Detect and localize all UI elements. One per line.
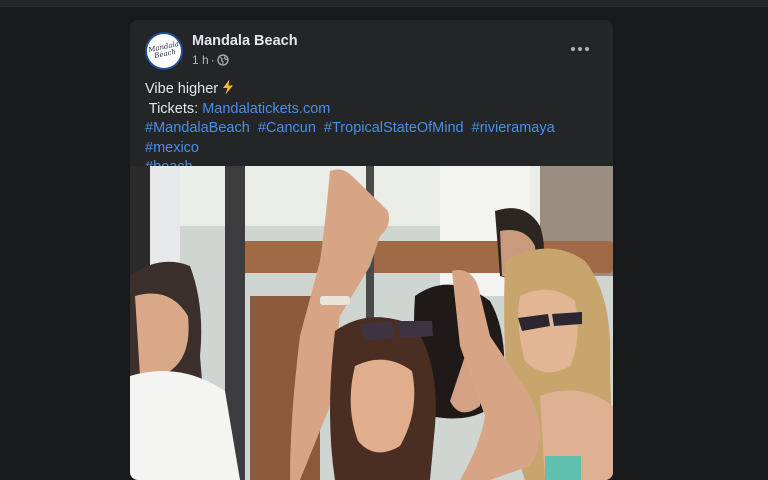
photo-drink-cup bbox=[545, 456, 581, 480]
photo-woman-right-face bbox=[518, 290, 577, 373]
post-meta: 1 h · bbox=[192, 53, 229, 67]
photo-wristband bbox=[320, 296, 350, 305]
post-text-line-1: Vibe higher bbox=[145, 79, 605, 100]
post-header: Mandala Beach Mandala Beach 1 h · bbox=[130, 20, 613, 84]
hashtag-link[interactable]: #TropicalStateOfMind bbox=[324, 120, 464, 136]
hashtag-link[interactable]: #mexico bbox=[145, 140, 199, 156]
top-bar bbox=[0, 0, 768, 7]
more-options-button[interactable] bbox=[562, 35, 598, 63]
lightning-bolt-icon bbox=[221, 79, 235, 95]
avatar-logo-text: Mandala Beach bbox=[147, 41, 180, 61]
post-time[interactable]: 1 h bbox=[192, 53, 209, 67]
tickets-label: Tickets: bbox=[145, 101, 202, 117]
more-horizontal-icon bbox=[571, 47, 575, 51]
hashtag-link[interactable]: #Cancun bbox=[258, 120, 316, 136]
tickets-link[interactable]: Mandalatickets.com bbox=[202, 101, 330, 117]
caption-text: Vibe higher bbox=[145, 81, 218, 97]
hashtag-link[interactable]: #MandalaBeach bbox=[145, 120, 250, 136]
post-text: Vibe higher Tickets: Mandalatickets.com … bbox=[145, 79, 605, 178]
post-text-line-2: Tickets: Mandalatickets.com bbox=[145, 100, 605, 120]
more-dot bbox=[578, 47, 582, 51]
post-card: Mandala Beach Mandala Beach 1 h · Vibe h… bbox=[130, 20, 613, 480]
more-dot bbox=[585, 47, 589, 51]
meta-separator: · bbox=[211, 53, 215, 67]
page-avatar[interactable]: Mandala Beach bbox=[145, 32, 183, 70]
post-photo[interactable] bbox=[130, 166, 613, 480]
globe-icon bbox=[217, 54, 229, 66]
photo-curtain-left bbox=[150, 166, 180, 276]
page-name[interactable]: Mandala Beach bbox=[192, 33, 298, 49]
hashtag-link[interactable]: #rivieramaya bbox=[472, 120, 555, 136]
